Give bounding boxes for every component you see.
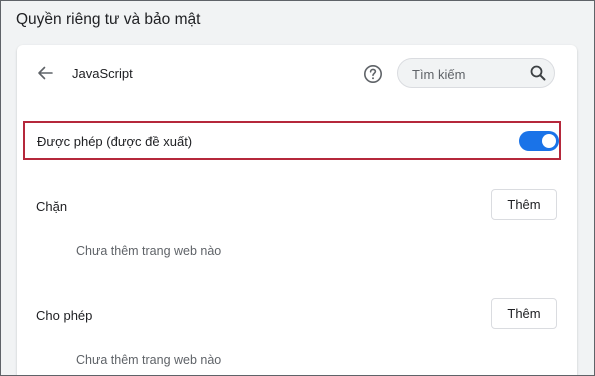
- javascript-allowed-toggle[interactable]: [519, 131, 559, 151]
- arrow-back-icon: [38, 66, 53, 80]
- default-setting-row: Được phép (được đề xuất): [23, 121, 561, 160]
- add-allowed-site-button[interactable]: Thêm: [491, 298, 557, 329]
- search-box[interactable]: [397, 58, 555, 88]
- subpage-title: JavaScript: [72, 66, 133, 81]
- page-title: Quyền riêng tư và bảo mật: [16, 11, 201, 28]
- settings-window: Quyền riêng tư và bảo mật JavaScript Đượ…: [0, 0, 595, 376]
- toggle-knob: [542, 134, 556, 148]
- default-setting-label: Được phép (được đề xuất): [37, 134, 193, 149]
- back-button[interactable]: [34, 62, 56, 84]
- allowed-empty-text: Chưa thêm trang web nào: [76, 353, 222, 367]
- help-button[interactable]: [362, 63, 384, 85]
- settings-card: JavaScript Được phép (được đề xuất) Chặn…: [17, 45, 577, 375]
- blocked-empty-text: Chưa thêm trang web nào: [76, 244, 222, 258]
- search-icon[interactable]: [530, 65, 546, 81]
- help-circle-icon: [364, 65, 382, 83]
- add-blocked-site-button[interactable]: Thêm: [491, 189, 557, 220]
- allowed-section-label: Cho phép: [36, 308, 93, 323]
- blocked-section-label: Chặn: [36, 199, 68, 214]
- search-input[interactable]: [410, 64, 524, 84]
